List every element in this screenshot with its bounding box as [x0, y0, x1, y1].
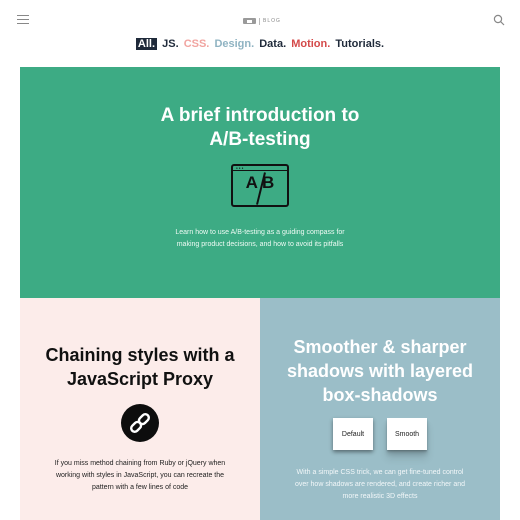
category-all[interactable]: All. — [135, 38, 158, 50]
post-card-box-shadows[interactable]: Smoother & sharper shadows with layered … — [260, 298, 500, 520]
category-nav: All. JS. CSS. Design. Data. Motion. Tuto… — [0, 38, 520, 50]
category-css[interactable]: CSS. — [184, 38, 210, 50]
category-tutorials[interactable]: Tutorials. — [335, 38, 384, 50]
search-icon[interactable] — [493, 13, 505, 26]
logo-mark-icon — [243, 18, 256, 24]
category-design[interactable]: Design. — [214, 38, 254, 50]
site-logo[interactable]: BLOG — [243, 17, 281, 25]
post-title: A brief introduction to A/B-testing — [160, 105, 360, 150]
category-motion[interactable]: Motion. — [291, 38, 330, 50]
post-card-js-proxy[interactable]: Chaining styles with a JavaScript Proxy … — [20, 298, 260, 520]
top-bar: BLOG — [0, 0, 520, 36]
post-title: Chaining styles with a JavaScript Proxy — [45, 345, 235, 389]
post-description: If you miss method chaining from Ruby or… — [54, 460, 226, 491]
default-shadow-demo[interactable]: Default — [333, 418, 373, 450]
hamburger-menu-icon[interactable] — [17, 15, 29, 24]
logo-text: BLOG — [263, 18, 281, 24]
post-description: Learn how to use A/B-testing as a guidin… — [175, 229, 345, 248]
chain-link-icon — [121, 404, 159, 442]
ab-window-icon: ●●● A B — [231, 164, 289, 207]
smooth-shadow-demo[interactable]: Smooth — [387, 418, 427, 450]
category-data[interactable]: Data. — [259, 38, 286, 50]
logo-divider — [259, 17, 260, 25]
post-card-ab-testing[interactable]: A brief introduction to A/B-testing ●●● … — [20, 67, 500, 298]
category-js[interactable]: JS. — [162, 38, 179, 50]
post-title: Smoother & sharper shadows with layered … — [286, 337, 474, 405]
post-description: With a simple CSS trick, we can get fine… — [294, 469, 466, 500]
